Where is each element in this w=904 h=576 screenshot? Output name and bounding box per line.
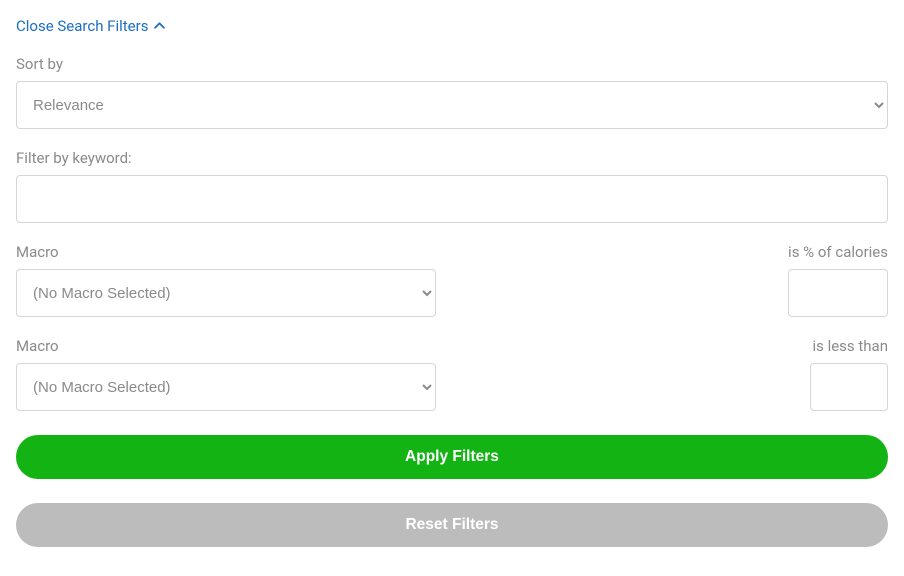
macro2-label: Macro <box>16 337 436 355</box>
sort-by-label: Sort by <box>16 55 888 73</box>
macro1-label: Macro <box>16 243 436 261</box>
macro1-pct-input[interactable] <box>788 269 888 317</box>
macro1-select[interactable]: (No Macro Selected) <box>16 269 436 317</box>
chevron-up-icon <box>154 17 165 35</box>
macro1-pct-label: is % of calories <box>788 243 888 261</box>
apply-filters-button[interactable]: Apply Filters <box>16 435 888 479</box>
close-search-filters-toggle[interactable]: Close Search Filters <box>16 17 165 35</box>
sort-by-select[interactable]: Relevance <box>16 81 888 129</box>
filter-keyword-label: Filter by keyword: <box>16 149 888 167</box>
reset-filters-button[interactable]: Reset Filters <box>16 503 888 547</box>
filter-keyword-input[interactable] <box>16 175 888 223</box>
macro2-lt-input[interactable] <box>810 363 888 411</box>
macro2-select[interactable]: (No Macro Selected) <box>16 363 436 411</box>
close-search-filters-label: Close Search Filters <box>16 17 148 35</box>
macro2-lt-label: is less than <box>810 337 888 355</box>
